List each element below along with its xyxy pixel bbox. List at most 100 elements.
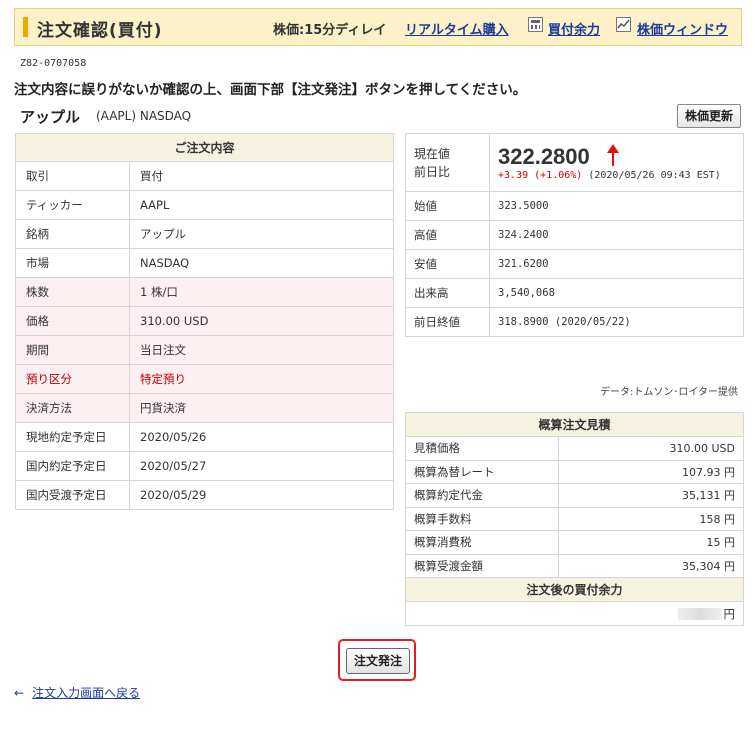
- row-label: 見積価格: [405, 436, 559, 461]
- table-row: 株数 1 株/口: [15, 277, 394, 307]
- stock-ticker-market: (AAPL) NASDAQ: [96, 109, 192, 123]
- row-label: 国内受渡予定日: [15, 480, 130, 510]
- row-label: 現地約定予定日: [15, 422, 130, 452]
- instruction-text: 注文内容に誤りがないか確認の上、画面下部【注文発注】ボタンを押してください。: [14, 82, 527, 98]
- row-label: 前日終値: [405, 307, 490, 337]
- table-row: 概算約定代金 35,131 円: [405, 483, 744, 508]
- row-label: 決済方法: [15, 393, 130, 423]
- row-label: 銘柄: [15, 219, 130, 249]
- redacted-amount: [677, 607, 722, 620]
- price-change: +3.39 (+1.06%) (2020/05/26 09:43 EST): [498, 170, 743, 181]
- page-header: 注文確認(買付) 株価:15分ディレイ リアルタイム購入 買付余力 株価ウィンド…: [14, 8, 742, 46]
- row-label: 高値: [405, 220, 490, 250]
- row-value: 2020/05/29: [129, 480, 394, 510]
- table-row: 預り区分 特定預り: [15, 364, 394, 394]
- row-label: 国内約定予定日: [15, 451, 130, 481]
- row-label: 安値: [405, 249, 490, 279]
- row-label: 取引: [15, 161, 130, 191]
- row-value: 買付: [129, 161, 394, 191]
- buying-power-after-value: 円: [405, 601, 744, 626]
- row-label: 概算為替レート: [405, 459, 559, 484]
- current-price-row: 現在値 前日比 322.2800 +3.39 (+1.06%) (2020/05…: [405, 133, 744, 192]
- table-row: ティッカー AAPL: [15, 190, 394, 220]
- realtime-buy-link[interactable]: リアルタイム購入: [405, 19, 509, 38]
- change-percent: (+1.06%): [534, 170, 583, 181]
- row-label: 出来高: [405, 278, 490, 308]
- order-id: Z82-0707058: [20, 58, 87, 69]
- table-row: 見積価格 310.00 USD: [405, 436, 744, 461]
- table-row: 国内受渡予定日 2020/05/29: [15, 480, 394, 510]
- table-row: 価格 310.00 USD: [15, 306, 394, 336]
- yen-unit: 円: [723, 606, 736, 621]
- table-row: 安値 321.6200: [405, 249, 744, 279]
- current-price: 322.2800: [498, 144, 590, 169]
- row-value: 324.2400: [489, 220, 744, 250]
- row-label: 始値: [405, 191, 490, 221]
- table-row: 円: [405, 601, 744, 626]
- row-value: アップル: [129, 219, 394, 249]
- data-source-note: データ:トムソン･ロイター提供: [600, 387, 738, 398]
- refresh-price-button[interactable]: 株価更新: [677, 104, 741, 128]
- page-title: 注文確認(買付): [37, 21, 163, 41]
- table-row: 現地約定予定日 2020/05/26: [15, 422, 394, 452]
- current-price-cell: 322.2800 +3.39 (+1.06%) (2020/05/26 09:4…: [489, 133, 744, 192]
- table-row: 前日終値 318.8900 (2020/05/22): [405, 307, 744, 337]
- delay-notice: 株価:15分ディレイ: [273, 23, 387, 38]
- back-link[interactable]: ← 注文入力画面へ戻る: [14, 684, 140, 701]
- buying-power-after-heading: 注文後の買付余力: [405, 577, 744, 602]
- row-value: 特定預り: [129, 364, 394, 394]
- table-row: 銘柄 アップル: [15, 219, 394, 249]
- submit-order-button[interactable]: 注文発注: [346, 648, 410, 674]
- row-label: 預り区分: [15, 364, 130, 394]
- header-accent-bar: [23, 17, 28, 37]
- table-row: 出来高 3,540,068: [405, 278, 744, 308]
- row-value: 15 円: [558, 530, 744, 555]
- row-value: 321.6200: [489, 249, 744, 279]
- back-link-label[interactable]: 注文入力画面へ戻る: [32, 686, 140, 700]
- row-value: 323.5000: [489, 191, 744, 221]
- order-details-heading: ご注文内容: [15, 133, 394, 162]
- row-label: 期間: [15, 335, 130, 365]
- table-row: 概算受渡金額 35,304 円: [405, 553, 744, 578]
- stock-name: アップル: [20, 108, 81, 126]
- calculator-icon: [528, 17, 543, 32]
- row-value: 310.00 USD: [129, 306, 394, 336]
- row-value: 1 株/口: [129, 277, 394, 307]
- change-value: +3.39: [498, 170, 529, 181]
- row-label: 概算消費税: [405, 530, 559, 555]
- buying-power-link[interactable]: 買付余力: [548, 19, 600, 38]
- table-row: 期間 当日注文: [15, 335, 394, 365]
- price-window-link[interactable]: 株価ウィンドウ: [637, 19, 728, 38]
- row-value: 35,131 円: [558, 483, 744, 508]
- table-row: 取引 買付: [15, 161, 394, 191]
- table-row: 高値 324.2400: [405, 220, 744, 250]
- table-row: 概算消費税 15 円: [405, 530, 744, 555]
- current-price-label: 現在値 前日比: [405, 133, 490, 192]
- table-row: 市場 NASDAQ: [15, 248, 394, 278]
- estimate-heading: 概算注文見積: [405, 412, 744, 437]
- row-label: 概算約定代金: [405, 483, 559, 508]
- row-label: 市場: [15, 248, 130, 278]
- row-value: 円貨決済: [129, 393, 394, 423]
- row-value: 107.93 円: [558, 459, 744, 484]
- row-value: 318.8900 (2020/05/22): [489, 307, 744, 337]
- back-arrow-icon: ←: [14, 686, 25, 700]
- row-label: ティッカー: [15, 190, 130, 220]
- table-row: 国内約定予定日 2020/05/27: [15, 451, 394, 481]
- table-row: 決済方法 円貨決済: [15, 393, 394, 423]
- row-label: 概算受渡金額: [405, 553, 559, 578]
- row-label: 概算手数料: [405, 506, 559, 531]
- order-estimate-table: 概算注文見積 見積価格 310.00 USD 概算為替レート 107.93 円 概算…: [405, 412, 744, 626]
- stock-quote-table: 現在値 前日比 322.2800 +3.39 (+1.06%) (2020/05…: [405, 133, 744, 337]
- row-value: AAPL: [129, 190, 394, 220]
- row-value: 2020/05/26: [129, 422, 394, 452]
- row-value: 35,304 円: [558, 553, 744, 578]
- row-value: 158 円: [558, 506, 744, 531]
- up-arrow-icon: [606, 144, 620, 166]
- row-value: 310.00 USD: [558, 436, 744, 461]
- table-row: 始値 323.5000: [405, 191, 744, 221]
- change-label: 前日比: [414, 164, 451, 179]
- chart-icon: [616, 17, 631, 32]
- order-details-table: ご注文内容 取引 買付 ティッカー AAPL 銘柄 アップル 市場 NASDAQ 株数 1…: [15, 133, 394, 510]
- row-value: 当日注文: [129, 335, 394, 365]
